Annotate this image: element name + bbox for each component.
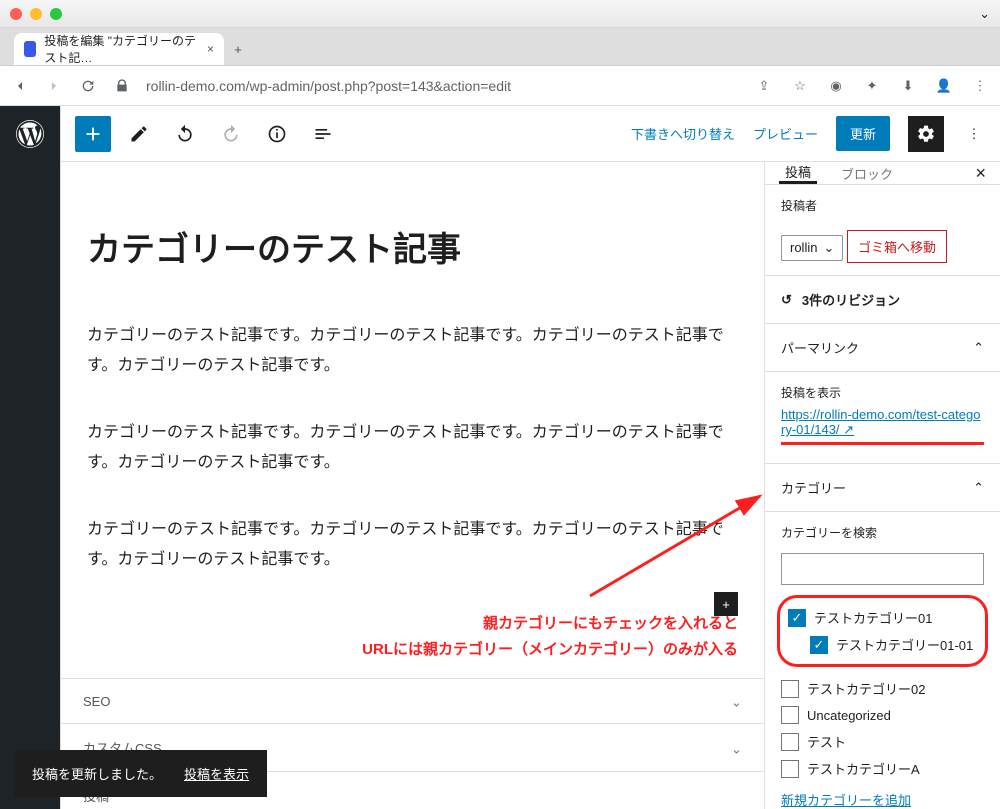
- category-item[interactable]: テスト: [781, 728, 984, 755]
- annotation-text: 親カテゴリーにもチェックを入れると URLには親カテゴリー（メインカテゴリー）の…: [87, 611, 738, 662]
- wp-logo[interactable]: [0, 106, 60, 809]
- star-icon[interactable]: ☆: [790, 76, 810, 96]
- redo-icon: [213, 116, 249, 152]
- author-label: 投稿者: [781, 197, 984, 214]
- category-label: テストカテゴリー01-01: [836, 635, 973, 654]
- chevron-up-icon: ⌃: [973, 340, 984, 356]
- switch-draft-link[interactable]: 下書きへ切り替え: [631, 124, 735, 143]
- post-title[interactable]: カテゴリーのテスト記事: [87, 222, 738, 271]
- tab-post[interactable]: 投稿: [779, 162, 817, 184]
- outline-icon[interactable]: [305, 116, 341, 152]
- checkbox[interactable]: [781, 733, 799, 751]
- back-icon[interactable]: [10, 76, 30, 96]
- chevron-up-icon: ⌃: [973, 480, 984, 496]
- snackbar-message: 投稿を更新しました。: [32, 764, 162, 783]
- camera-icon[interactable]: ◉: [826, 76, 846, 96]
- external-link-icon: ↗: [843, 422, 854, 437]
- menu-icon[interactable]: ⋮: [970, 76, 990, 96]
- category-label: テストカテゴリー02: [807, 679, 925, 698]
- undo-icon[interactable]: [167, 116, 203, 152]
- category-item[interactable]: Uncategorized: [781, 702, 984, 728]
- browser-tab[interactable]: 投稿を編集 "カテゴリーのテスト記… ×: [14, 33, 224, 65]
- close-sidebar-icon[interactable]: ×: [975, 163, 986, 184]
- snackbar-view-link[interactable]: 投稿を表示: [184, 764, 249, 783]
- settings-sidebar: 投稿 ブロック × 投稿者 rollin⌄ ゴミ箱へ移動 ↺ 3件のリビジョン: [764, 162, 1000, 809]
- category-search-input[interactable]: [781, 553, 984, 585]
- revisions-row[interactable]: ↺ 3件のリビジョン: [765, 276, 1000, 324]
- history-icon: ↺: [781, 292, 792, 308]
- view-post-label: 投稿を表示: [781, 384, 984, 401]
- category-label: テストカテゴリー01: [814, 608, 932, 627]
- category-label: テストカテゴリーA: [807, 759, 920, 778]
- share-icon[interactable]: ⇪: [754, 76, 774, 96]
- more-menu-icon[interactable]: ⋮: [962, 116, 986, 152]
- checkbox[interactable]: ✓: [810, 636, 828, 654]
- url-text[interactable]: rollin-demo.com/wp-admin/post.php?post=1…: [146, 78, 740, 94]
- category-item[interactable]: テストカテゴリー02: [781, 675, 984, 702]
- tab-title: 投稿を編集 "カテゴリーのテスト記…: [44, 32, 199, 66]
- annotation-underline: [781, 442, 984, 445]
- category-search-label: カテゴリーを検索: [781, 524, 984, 541]
- author-section: 投稿者 rollin⌄ ゴミ箱へ移動: [765, 185, 1000, 276]
- category-item[interactable]: テストカテゴリーA: [781, 755, 984, 782]
- chevron-down-icon: ⌄: [823, 240, 834, 256]
- add-category-link[interactable]: 新規カテゴリーを追加: [781, 790, 984, 809]
- category-label: Uncategorized: [807, 708, 891, 723]
- extension-icon[interactable]: ✦: [862, 76, 882, 96]
- category-item[interactable]: ✓ テストカテゴリー01-01: [788, 631, 977, 658]
- window-min-dot[interactable]: [30, 8, 42, 20]
- trash-button[interactable]: ゴミ箱へ移動: [847, 230, 947, 263]
- mac-titlebar: ⌄: [0, 0, 1000, 28]
- category-item[interactable]: ✓ テストカテゴリー01: [788, 604, 977, 631]
- browser-tabstrip: 投稿を編集 "カテゴリーのテスト記… × +: [0, 28, 1000, 66]
- tab-close-icon[interactable]: ×: [207, 42, 214, 56]
- category-label: テスト: [807, 732, 846, 751]
- snackbar: 投稿を更新しました。 投稿を表示: [14, 750, 267, 797]
- preview-link[interactable]: プレビュー: [753, 124, 818, 143]
- reload-icon[interactable]: [78, 76, 98, 96]
- author-select[interactable]: rollin⌄: [781, 235, 843, 261]
- settings-gear-icon[interactable]: [908, 116, 944, 152]
- update-button[interactable]: 更新: [836, 116, 890, 151]
- category-header[interactable]: カテゴリー⌃: [765, 463, 1000, 512]
- info-icon[interactable]: [259, 116, 295, 152]
- window-max-dot[interactable]: [50, 8, 62, 20]
- metabox-seo[interactable]: SEO⌃: [61, 678, 764, 723]
- annotation-arrow: [580, 486, 780, 606]
- chevron-down-icon[interactable]: ⌄: [979, 6, 990, 22]
- paragraph[interactable]: カテゴリーのテスト記事です。カテゴリーのテスト記事です。カテゴリーのテスト記事で…: [87, 321, 738, 382]
- checkbox[interactable]: ✓: [788, 609, 806, 627]
- lock-icon[interactable]: [112, 76, 132, 96]
- favicon: [24, 41, 36, 57]
- paragraph[interactable]: カテゴリーのテスト記事です。カテゴリーのテスト記事です。カテゴリーのテスト記事で…: [87, 418, 738, 479]
- download-icon[interactable]: ⬇: [898, 76, 918, 96]
- new-tab-button[interactable]: +: [224, 33, 252, 65]
- checkbox[interactable]: [781, 760, 799, 778]
- add-block-button[interactable]: [75, 116, 111, 152]
- forward-icon: [44, 76, 64, 96]
- tab-block[interactable]: ブロック: [835, 162, 899, 184]
- edit-tool-icon[interactable]: [121, 116, 157, 152]
- profile-icon[interactable]: 👤: [934, 76, 954, 96]
- editor-topbar: 下書きへ切り替え プレビュー 更新 ⋮: [61, 106, 1000, 162]
- permalink-url[interactable]: https://rollin-demo.com/test-category-01…: [781, 407, 980, 437]
- permalink-header[interactable]: パーマリンク⌃: [765, 324, 1000, 372]
- checkbox[interactable]: [781, 706, 799, 724]
- window-close-dot[interactable]: [10, 8, 22, 20]
- checkbox[interactable]: [781, 680, 799, 698]
- browser-addressbar: rollin-demo.com/wp-admin/post.php?post=1…: [0, 66, 1000, 106]
